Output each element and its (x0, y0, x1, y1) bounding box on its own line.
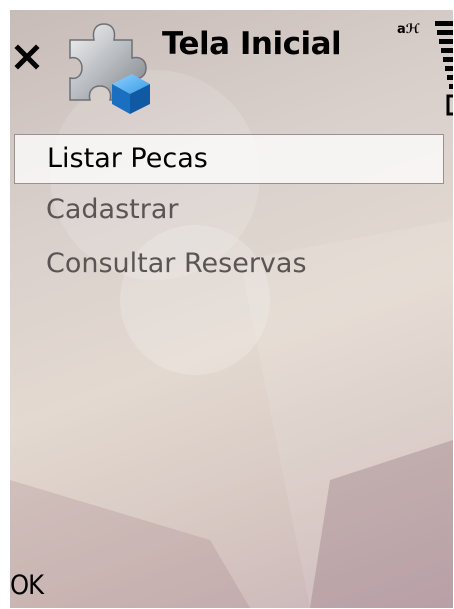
title-bar: Tela Inicial aℋ (10, 10, 453, 120)
page-title: Tela Inicial (162, 26, 342, 62)
signal-strength-icon: aℋ (397, 21, 453, 116)
menu-item-cadastrar[interactable]: Cadastrar (14, 186, 444, 236)
svg-text:aℋ: aℋ (397, 22, 420, 37)
menu-item-label: Consultar Reservas (46, 248, 307, 279)
softkey-ok[interactable]: OK (10, 570, 44, 601)
menu-item-consultar-reservas[interactable]: Consultar Reservas (14, 240, 444, 290)
menu-item-label: Listar Pecas (47, 143, 208, 174)
menu-item-label: Cadastrar (46, 194, 179, 225)
puzzle-piece-icon (69, 23, 150, 114)
close-icon[interactable] (12, 42, 42, 72)
menu-item-listar-pecas[interactable]: Listar Pecas (14, 134, 444, 184)
app-screen: Tela Inicial aℋ Listar Pecas Cadastrar C… (10, 10, 453, 608)
